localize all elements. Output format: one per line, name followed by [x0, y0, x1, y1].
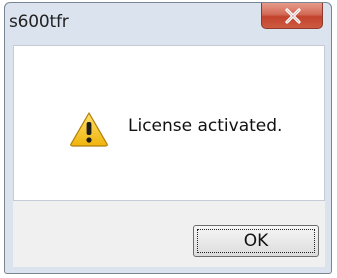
close-icon: [285, 8, 301, 24]
ok-button[interactable]: OK: [193, 225, 319, 257]
message-dialog: s600tfr License activated. OK: [4, 2, 332, 274]
message-text: License activated.: [128, 116, 283, 136]
button-bar: OK: [13, 201, 325, 267]
close-button[interactable]: [261, 3, 323, 29]
message-area: License activated.: [13, 45, 325, 201]
title-bar[interactable]: s600tfr: [5, 3, 331, 35]
warning-icon: [70, 112, 108, 147]
ok-button-label: OK: [197, 229, 315, 253]
window-title: s600tfr: [9, 12, 69, 32]
